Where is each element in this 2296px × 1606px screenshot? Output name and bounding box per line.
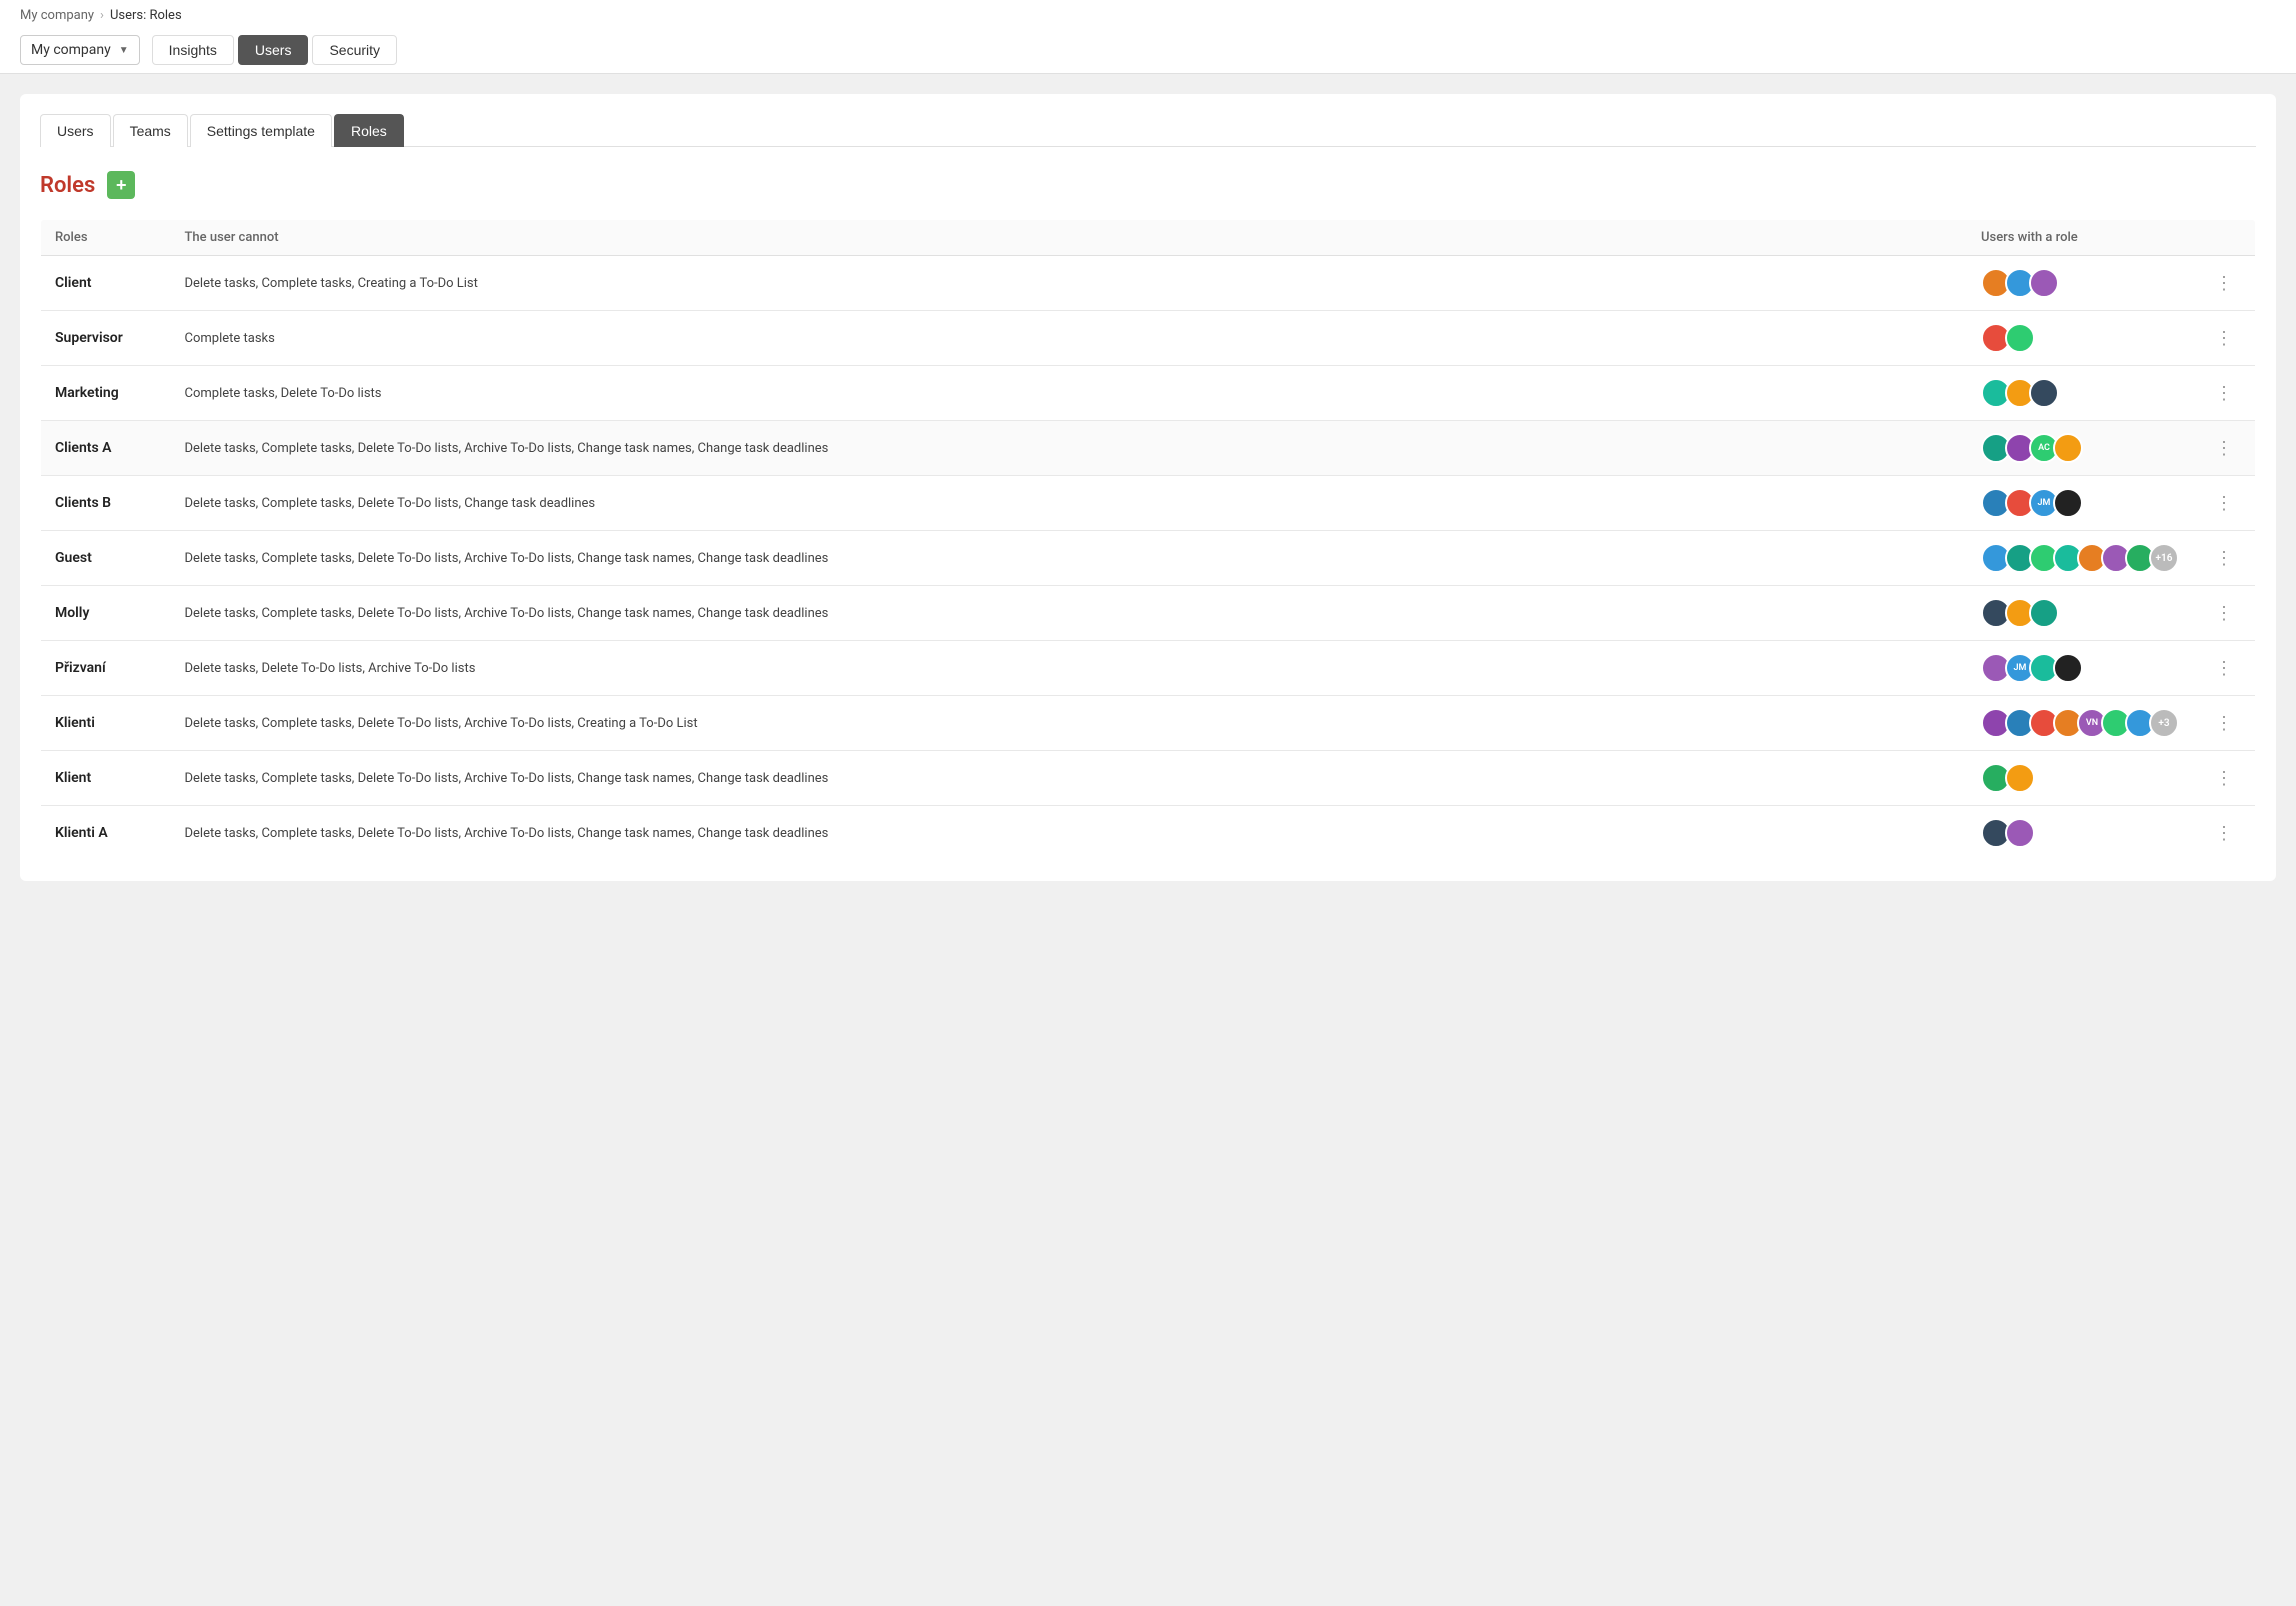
role-name: Marketing (55, 385, 119, 401)
role-restrictions: Complete tasks (185, 331, 275, 346)
users-avatars (1981, 378, 2179, 408)
row-actions-button[interactable]: ⋮ (2207, 544, 2241, 573)
users-avatars: JM (1981, 653, 2179, 683)
role-name: Clients A (55, 440, 112, 456)
role-restrictions: Delete tasks, Complete tasks, Delete To-… (185, 441, 829, 456)
users-avatars (1981, 763, 2179, 793)
role-name: Guest (55, 550, 92, 566)
add-role-button[interactable]: + (107, 171, 135, 199)
table-row: Clients B Delete tasks, Complete tasks, … (41, 476, 2256, 531)
users-avatars (1981, 818, 2179, 848)
role-name: Clients B (55, 495, 111, 511)
sub-tab-bar: Users Teams Settings template Roles (40, 114, 2256, 147)
avatar (2029, 378, 2059, 408)
row-actions-button[interactable]: ⋮ (2207, 269, 2241, 298)
role-restrictions: Complete tasks, Delete To-Do lists (185, 386, 382, 401)
avatar (2053, 653, 2083, 683)
table-row: Přizvaní Delete tasks, Delete To-Do list… (41, 641, 2256, 696)
avatar-count: +3 (2149, 708, 2179, 738)
nav-tab-security[interactable]: Security (312, 35, 397, 65)
table-row: Client Delete tasks, Complete tasks, Cre… (41, 256, 2256, 311)
users-avatars (1981, 598, 2179, 628)
row-actions-button[interactable]: ⋮ (2207, 709, 2241, 738)
col-header-users: Users with a role (1967, 220, 2193, 256)
avatar-count: +16 (2149, 543, 2179, 573)
role-restrictions: Delete tasks, Complete tasks, Delete To-… (185, 606, 829, 621)
users-avatars: JM (1981, 488, 2179, 518)
role-name: Client (55, 275, 91, 291)
role-name: Supervisor (55, 330, 123, 346)
avatar (2005, 763, 2035, 793)
role-name: Molly (55, 605, 89, 621)
company-selector[interactable]: My company ▼ (20, 35, 140, 65)
company-selector-label: My company (31, 42, 111, 58)
role-name: Klienti A (55, 825, 108, 841)
col-header-roles: Roles (41, 220, 171, 256)
role-name: Přizvaní (55, 660, 106, 676)
users-avatars (1981, 268, 2179, 298)
sub-tab-users[interactable]: Users (40, 114, 111, 147)
breadcrumb-current: Users: Roles (110, 8, 182, 23)
sub-tab-roles[interactable]: Roles (334, 114, 404, 147)
row-actions-button[interactable]: ⋮ (2207, 324, 2241, 353)
row-actions-button[interactable]: ⋮ (2207, 379, 2241, 408)
roles-header: Roles + (40, 171, 2256, 199)
sub-tab-teams[interactable]: Teams (113, 114, 188, 147)
role-restrictions: Delete tasks, Complete tasks, Delete To-… (185, 496, 596, 511)
main-nav: My company ▼ Insights Users Security (20, 27, 2276, 73)
breadcrumb-parent[interactable]: My company (20, 8, 94, 23)
row-actions-button[interactable]: ⋮ (2207, 434, 2241, 463)
col-header-restrictions: The user cannot (171, 220, 1968, 256)
table-row: Clients A Delete tasks, Complete tasks, … (41, 421, 2256, 476)
nav-tab-users[interactable]: Users (238, 35, 309, 65)
avatar (2053, 433, 2083, 463)
role-name: Klient (55, 770, 91, 786)
table-row: Guest Delete tasks, Complete tasks, Dele… (41, 531, 2256, 586)
table-row: Klienti Delete tasks, Complete tasks, De… (41, 696, 2256, 751)
table-row: Supervisor Complete tasks ⋮ (41, 311, 2256, 366)
role-restrictions: Delete tasks, Complete tasks, Creating a… (185, 276, 478, 291)
role-name: Klienti (55, 715, 95, 731)
row-actions-button[interactable]: ⋮ (2207, 489, 2241, 518)
avatar (2053, 488, 2083, 518)
users-avatars: VN +3 (1981, 708, 2179, 738)
avatar (2029, 268, 2059, 298)
roles-table: Roles The user cannot Users with a role … (40, 219, 2256, 861)
row-actions-button[interactable]: ⋮ (2207, 764, 2241, 793)
role-restrictions: Delete tasks, Complete tasks, Delete To-… (185, 551, 829, 566)
avatar (2005, 818, 2035, 848)
users-avatars: AC (1981, 433, 2179, 463)
nav-tab-insights[interactable]: Insights (152, 35, 234, 65)
col-header-actions (2193, 220, 2256, 256)
table-row: Molly Delete tasks, Complete tasks, Dele… (41, 586, 2256, 641)
avatar (2005, 323, 2035, 353)
breadcrumb-separator: › (100, 8, 104, 23)
users-avatars: +16 (1981, 543, 2179, 573)
sub-tab-settings-template[interactable]: Settings template (190, 114, 332, 147)
table-row: Marketing Complete tasks, Delete To-Do l… (41, 366, 2256, 421)
role-restrictions: Delete tasks, Complete tasks, Delete To-… (185, 771, 829, 786)
row-actions-button[interactable]: ⋮ (2207, 819, 2241, 848)
breadcrumb: My company › Users: Roles (20, 0, 2276, 27)
table-row: Klienti A Delete tasks, Complete tasks, … (41, 806, 2256, 861)
role-restrictions: Delete tasks, Delete To-Do lists, Archiv… (185, 661, 476, 676)
row-actions-button[interactable]: ⋮ (2207, 654, 2241, 683)
users-avatars (1981, 323, 2179, 353)
page-title: Roles (40, 173, 95, 198)
role-restrictions: Delete tasks, Complete tasks, Delete To-… (185, 826, 829, 841)
table-row: Klient Delete tasks, Complete tasks, Del… (41, 751, 2256, 806)
role-restrictions: Delete tasks, Complete tasks, Delete To-… (185, 716, 698, 731)
chevron-down-icon: ▼ (119, 45, 129, 56)
avatar (2029, 598, 2059, 628)
row-actions-button[interactable]: ⋮ (2207, 599, 2241, 628)
